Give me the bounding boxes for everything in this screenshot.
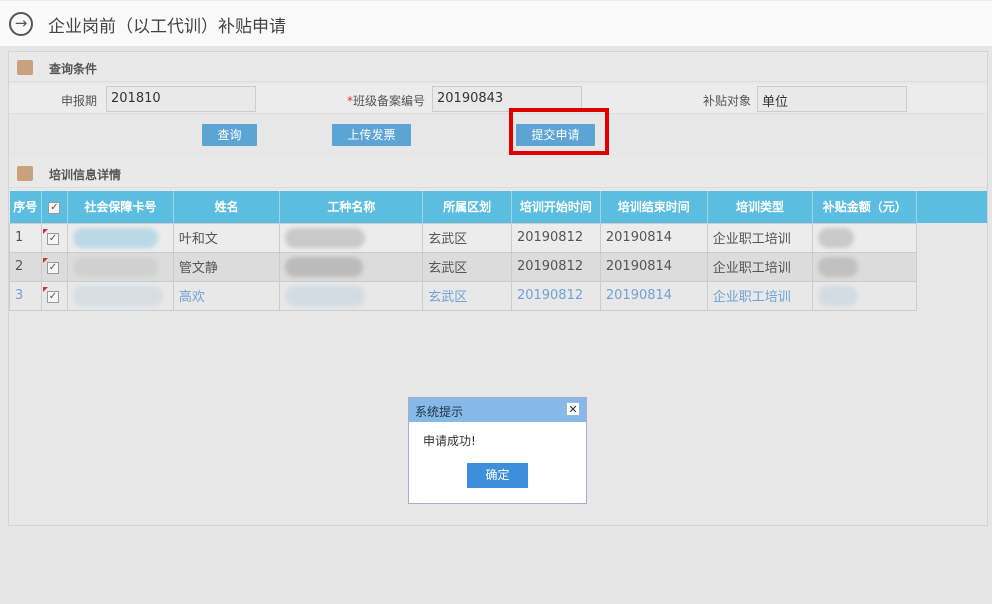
- cell-no: 2: [9, 251, 42, 282]
- cell-job-redacted: [279, 280, 424, 311]
- cell-amount-redacted: [812, 280, 918, 311]
- header-card-no: 社会保障卡号: [67, 191, 174, 223]
- target-label: 补贴对象: [703, 94, 752, 108]
- cell-no: 3: [9, 280, 42, 311]
- cell-start: 20190812: [510, 222, 601, 253]
- header-end: 培训结束时间: [600, 191, 708, 223]
- page-title: 企业岗前（以工代训）补贴申请: [48, 17, 286, 37]
- cell-type: 企业职工培训: [706, 251, 814, 282]
- cell-start: 20190812: [510, 280, 601, 311]
- row-checkbox[interactable]: ✓: [42, 258, 59, 274]
- header-no: 序号: [9, 191, 42, 223]
- title-bar: → 企业岗前（以工代训）补贴申请: [0, 0, 992, 46]
- cell-check[interactable]: ✓: [40, 280, 68, 311]
- cell-check[interactable]: ✓: [40, 251, 68, 282]
- query-button[interactable]: 查询: [202, 124, 257, 146]
- table-row[interactable]: 3 ✓ 高欢 玄武区 20190812 20190814 企业职工培训: [9, 280, 987, 311]
- row-checkbox[interactable]: ✓: [42, 229, 59, 245]
- header-job: 工种名称: [279, 191, 424, 223]
- cell-card-no-redacted: [66, 280, 174, 311]
- cell-card-no-redacted: [66, 222, 174, 253]
- arrow-right-circle-icon[interactable]: →: [9, 12, 33, 36]
- header-filler: [916, 191, 987, 223]
- check-mark: ✓: [48, 291, 58, 302]
- cell-end: 20190814: [599, 280, 708, 311]
- cell-district: 玄武区: [422, 280, 512, 311]
- header-name: 姓名: [173, 191, 281, 223]
- system-message-dialog: 系统提示 ✕ 申请成功! 确定: [408, 397, 587, 504]
- cell-name: 叶和文: [172, 222, 281, 253]
- table-row[interactable]: 1 ✓ 叶和文 玄武区 20190812 20190814 企业职工培训: [9, 222, 987, 253]
- query-form-row: 申报期 201810 *班级备案编号 20190843 补贴对象 单位: [9, 84, 987, 114]
- period-input[interactable]: 201810: [106, 86, 256, 112]
- cell-end: 20190814: [599, 251, 708, 282]
- table-header: 序号 ✓ 社会保障卡号 姓名 工种名称 所属区划 培训开始时间 培训结束时间 培…: [9, 191, 987, 223]
- submit-button-highlight: [509, 108, 609, 155]
- cell-start: 20190812: [510, 251, 601, 282]
- cell-amount-redacted: [812, 222, 918, 253]
- ok-button[interactable]: 确定: [467, 463, 528, 488]
- cell-filler: [916, 281, 987, 310]
- cell-name: 管文静: [172, 251, 281, 282]
- training-table: 序号 ✓ 社会保障卡号 姓名 工种名称 所属区划 培训开始时间 培训结束时间 培…: [9, 191, 987, 311]
- close-icon[interactable]: ✕: [566, 402, 580, 416]
- dialog-title: 系统提示: [409, 398, 586, 422]
- cell-job-redacted: [279, 222, 424, 253]
- check-mark: ✓: [48, 262, 58, 273]
- row-checkbox[interactable]: ✓: [42, 287, 59, 303]
- cell-district: 玄武区: [422, 222, 512, 253]
- query-section-title: 查询条件: [49, 62, 98, 76]
- dialog-message: 申请成功!: [423, 434, 476, 448]
- detail-section-header: 培训信息详情: [9, 158, 987, 188]
- target-input[interactable]: 单位: [757, 86, 907, 112]
- cell-filler: [916, 223, 987, 252]
- check-mark: ✓: [48, 233, 58, 244]
- class-no-label: *班级备案编号: [347, 92, 425, 109]
- query-doc-icon: [17, 60, 33, 75]
- cell-job-redacted: [279, 251, 424, 282]
- header-type: 培训类型: [707, 191, 814, 223]
- header-amount: 补贴金额（元）: [812, 191, 918, 223]
- select-all-checkbox[interactable]: ✓: [48, 202, 61, 215]
- table-row[interactable]: 2 ✓ 管文静 玄武区 20190812 20190814 企业职工培训: [9, 251, 987, 282]
- class-no-label-text: 班级备案编号: [353, 94, 426, 108]
- period-label: 申报期: [61, 94, 98, 108]
- cell-type: 企业职工培训: [706, 222, 814, 253]
- cell-no: 1: [9, 222, 42, 253]
- header-start: 培训开始时间: [511, 191, 601, 223]
- upload-invoice-button[interactable]: 上传发票: [332, 124, 411, 146]
- cell-end: 20190814: [599, 222, 708, 253]
- comment-icon: [17, 166, 33, 181]
- cell-name: 高欢: [172, 280, 281, 311]
- cell-check[interactable]: ✓: [40, 222, 68, 253]
- cell-card-no-redacted: [66, 251, 174, 282]
- cell-filler: [916, 252, 987, 281]
- header-select-all[interactable]: ✓: [41, 191, 68, 223]
- query-section-header: 查询条件: [9, 52, 987, 82]
- cell-type: 企业职工培训: [706, 280, 814, 311]
- detail-section-title: 培训信息详情: [49, 168, 122, 182]
- cell-amount-redacted: [812, 251, 918, 282]
- header-district: 所属区划: [422, 191, 512, 223]
- cell-district: 玄武区: [422, 251, 512, 282]
